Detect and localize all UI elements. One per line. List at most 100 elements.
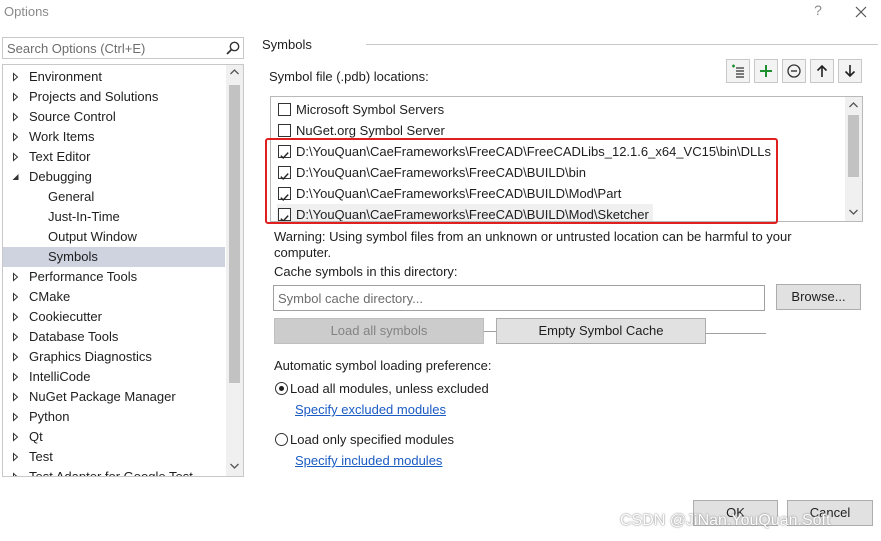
tree-item-label: Work Items [29,129,95,144]
remove-button[interactable] [782,59,806,83]
collapsed-arrow-icon[interactable] [11,427,21,447]
tree-item-label: Projects and Solutions [29,89,159,104]
collapsed-arrow-icon[interactable] [11,447,21,467]
tree-item[interactable]: Python [3,407,225,427]
tree-item-label: Test Adapter for Google Test [29,469,193,477]
tree-item-label: Symbols [48,249,98,264]
scroll-down-icon[interactable] [849,209,858,215]
scroll-up-icon[interactable] [849,102,858,108]
tree-item[interactable]: Symbols [3,247,225,267]
tree-item-label: Graphics Diagnostics [29,349,152,364]
collapsed-arrow-icon[interactable] [11,307,21,327]
tree-item[interactable]: Source Control [3,107,225,127]
symbol-location-checkbox[interactable] [278,124,291,137]
tree-item-label: Qt [29,429,43,444]
tree-item-label: Source Control [29,109,116,124]
collapsed-arrow-icon[interactable] [11,467,21,477]
button-separator [706,333,766,334]
tree-item-label: Environment [29,69,102,84]
collapsed-arrow-icon[interactable] [11,87,21,107]
tree-item[interactable]: Projects and Solutions [3,87,225,107]
add-button[interactable] [754,59,778,83]
arrow-down-icon [844,65,856,78]
collapsed-arrow-icon[interactable] [11,147,21,167]
tree-item[interactable]: Text Editor [3,147,225,167]
cache-directory-label: Cache symbols in this directory: [274,264,458,279]
search-icon[interactable] [225,40,241,56]
tree-item-label: CMake [29,289,71,304]
tree-item[interactable]: Database Tools [3,327,225,347]
help-button[interactable]: ? [808,2,828,22]
add-folder-icon [732,64,744,78]
scroll-up-icon[interactable] [230,69,239,75]
close-icon [855,6,867,18]
tree-item[interactable]: Test [3,447,225,467]
scroll-down-icon[interactable] [230,463,239,469]
load-all-modules-label[interactable]: Load all modules, unless excluded [290,381,489,396]
search-box [2,37,244,59]
tree-item[interactable]: NuGet Package Manager [3,387,225,407]
tree-item-label: Output Window [48,229,137,244]
collapsed-arrow-icon[interactable] [11,107,21,127]
expanded-arrow-icon[interactable] [11,167,21,187]
symbol-location-path: Microsoft Symbol Servers [296,102,445,117]
load-all-modules-radio[interactable] [275,382,288,395]
add-path-button[interactable] [726,59,750,83]
tree-item-label: Database Tools [29,329,119,344]
tree-item[interactable]: Output Window [3,227,225,247]
tree-item[interactable]: Performance Tools [3,267,225,287]
tree-item[interactable]: Graphics Diagnostics [3,347,225,367]
plus-icon [760,65,772,77]
watermark: CSDN @JiNan.YouQuan.Soft [620,512,831,529]
tree-item[interactable]: Qt [3,427,225,447]
tree-item[interactable]: Debugging [3,167,225,187]
tree-item-label: General [48,189,95,204]
button-separator [484,331,496,332]
collapsed-arrow-icon[interactable] [11,287,21,307]
section-title: Symbols [262,37,312,52]
tree-item-label: Debugging [29,169,92,184]
pdb-locations-label: Symbol file (.pdb) locations: [269,69,429,84]
tree-item[interactable]: Just-In-Time [3,207,225,227]
search-input[interactable] [3,38,222,58]
collapsed-arrow-icon[interactable] [11,127,21,147]
minus-circle-icon [787,64,801,78]
tree-item[interactable]: Test Adapter for Google Test [3,467,225,477]
move-down-button[interactable] [838,59,862,83]
symbol-list-scroll-thumb[interactable] [848,115,859,177]
collapsed-arrow-icon[interactable] [11,407,21,427]
close-button[interactable] [849,0,873,24]
tree-scroll-thumb[interactable] [229,85,240,383]
tree-item-label: Performance Tools [29,269,138,284]
move-up-button[interactable] [810,59,834,83]
load-specified-modules-label[interactable]: Load only specified modules [290,432,454,447]
collapsed-arrow-icon[interactable] [11,327,21,347]
load-all-symbols-button[interactable]: Load all symbols [274,318,484,344]
tree-item[interactable]: Environment [3,67,225,87]
specify-included-modules-link[interactable]: Specify included modules [295,453,442,468]
collapsed-arrow-icon[interactable] [11,347,21,367]
tree-item-label: Cookiecutter [29,309,102,324]
empty-symbol-cache-button[interactable]: Empty Symbol Cache [496,318,706,344]
tree-scrollbar[interactable] [226,65,243,476]
tree-item[interactable]: IntelliCode [3,367,225,387]
symbol-location-row[interactable]: Microsoft Symbol Servers [277,99,837,120]
tree-item-label: Test [29,449,53,464]
load-specified-modules-radio[interactable] [275,433,288,446]
specify-excluded-modules-link[interactable]: Specify excluded modules [295,402,446,417]
tree-item[interactable]: CMake [3,287,225,307]
tree-item-label: NuGet Package Manager [29,389,176,404]
symbol-location-checkbox[interactable] [278,103,291,116]
tree-item[interactable]: General [3,187,225,207]
collapsed-arrow-icon[interactable] [11,67,21,87]
highlight-annotation-box [265,138,778,224]
tree-item-label: Text Editor [29,149,91,164]
browse-button[interactable]: Browse... [776,284,861,310]
tree-item[interactable]: Work Items [3,127,225,147]
cache-directory-input[interactable] [273,285,765,311]
tree-item[interactable]: Cookiecutter [3,307,225,327]
symbol-list-scrollbar[interactable] [845,97,862,221]
collapsed-arrow-icon[interactable] [11,387,21,407]
collapsed-arrow-icon[interactable] [11,367,21,387]
collapsed-arrow-icon[interactable] [11,267,21,287]
